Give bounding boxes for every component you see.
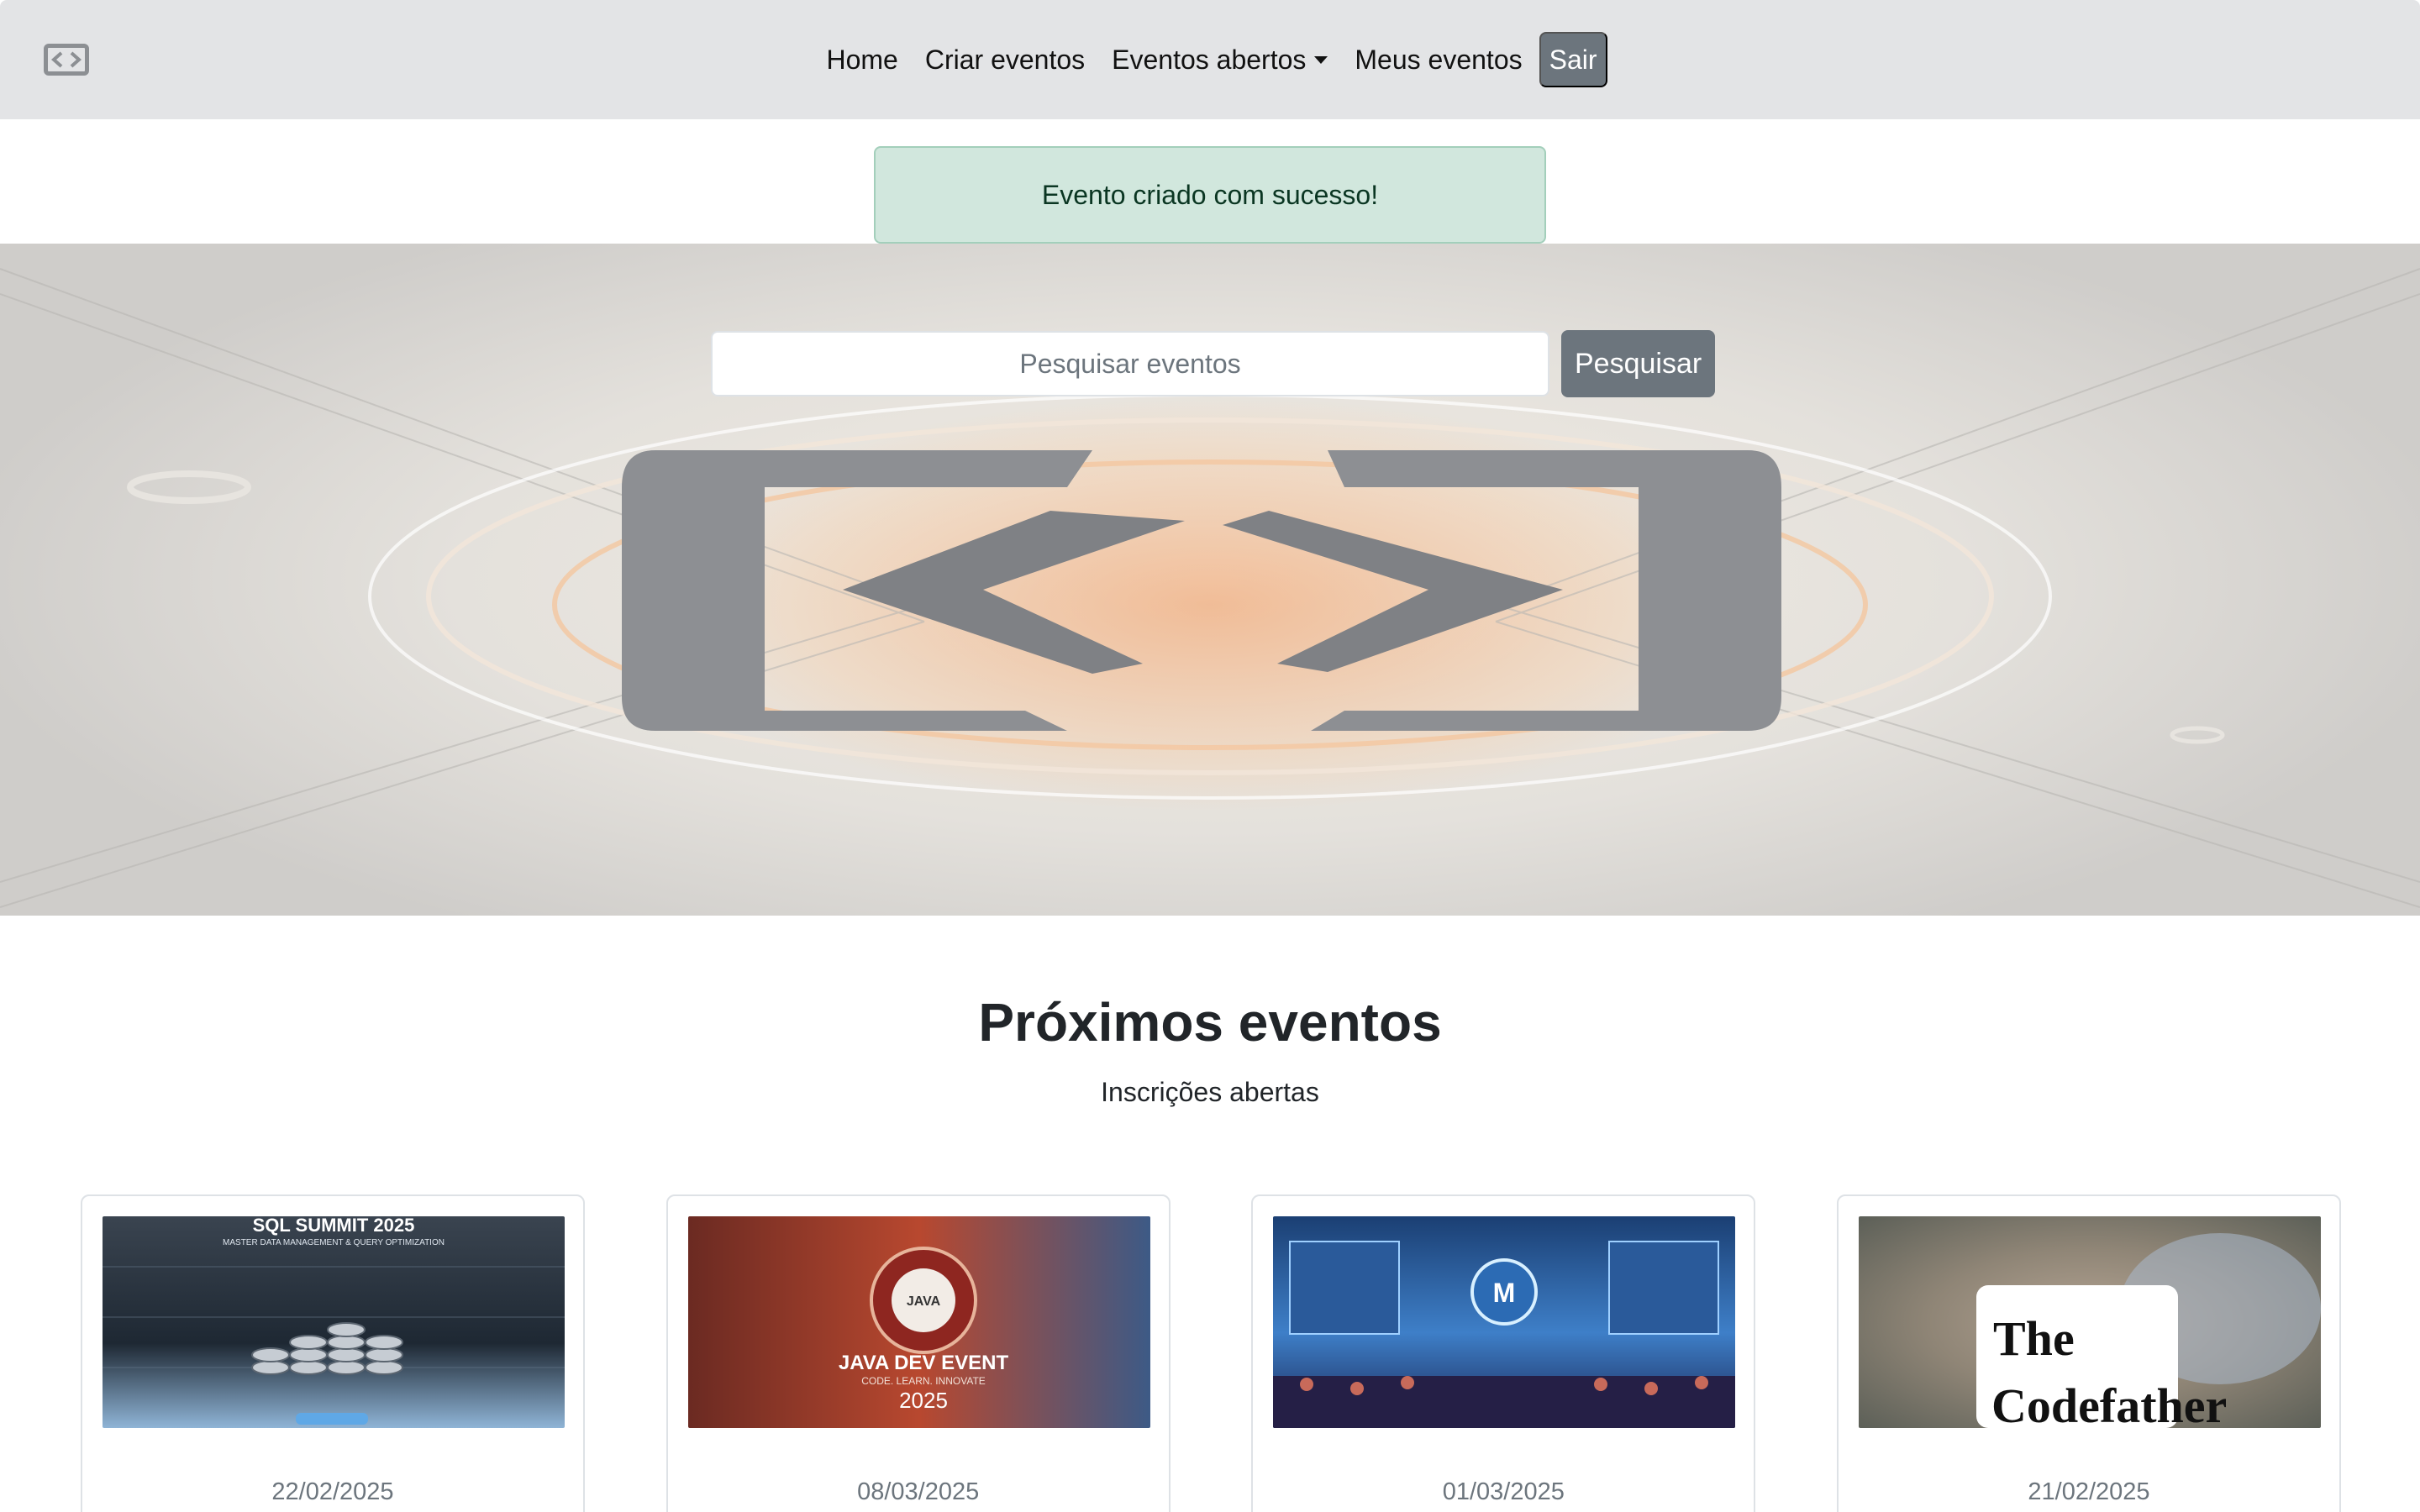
nav-menu: Home Criar eventos Eventos abertos Meus …	[0, 32, 2420, 87]
event-date: 22/02/2025	[271, 1478, 394, 1505]
search-button[interactable]: Pesquisar	[1561, 330, 1716, 397]
svg-text:JAVA: JAVA	[907, 1294, 941, 1309]
event-image[interactable]: SQL SUMMIT 2025 MASTER DATA MANAGEMENT &…	[103, 1216, 565, 1428]
nav-criar-eventos[interactable]: Criar eventos	[912, 32, 1098, 87]
navbar: Home Criar eventos Eventos abertos Meus …	[0, 0, 2420, 119]
event-card-codefather[interactable]: The Codefather 21/02/2025	[1836, 1194, 2341, 1512]
svg-text:MASTER DATA MANAGEMENT & QUERY: MASTER DATA MANAGEMENT & QUERY OPTIMIZAT…	[223, 1238, 445, 1247]
hero-banner: Pesquisar	[0, 244, 2420, 916]
svg-text:M: M	[1493, 1278, 1516, 1308]
event-card-php-frameworks[interactable]: M 01/03/2025	[1251, 1194, 1756, 1512]
section-title: Próximos eventos	[978, 992, 1442, 1053]
svg-text:JAVA DEV EVENT: JAVA DEV EVENT	[839, 1352, 1009, 1374]
event-card-sql-summit[interactable]: SQL SUMMIT 2025 MASTER DATA MANAGEMENT &…	[81, 1194, 585, 1512]
svg-text:The: The	[1993, 1311, 2075, 1366]
svg-text:Codefather: Codefather	[1991, 1378, 2227, 1428]
event-image[interactable]: JAVA JAVA DEV EVENT CODE. LEARN. INNOVAT…	[687, 1216, 1150, 1428]
event-cards: SQL SUMMIT 2025 MASTER DATA MANAGEMENT &…	[81, 1194, 2341, 1512]
success-alert: Evento criado com sucesso!	[874, 146, 1546, 244]
event-date: 01/03/2025	[1442, 1478, 1565, 1505]
alert-message: Evento criado com sucesso!	[1041, 179, 1379, 210]
event-image[interactable]: The Codefather	[1858, 1216, 2321, 1428]
svg-text:2025: 2025	[899, 1388, 948, 1413]
svg-text:SQL SUMMIT 2025: SQL SUMMIT 2025	[253, 1216, 415, 1236]
event-image[interactable]: M	[1273, 1216, 1736, 1428]
search-bar: Pesquisar	[711, 330, 1716, 397]
nav-eventos-abertos-dropdown[interactable]: Eventos abertos	[1098, 32, 1341, 87]
svg-text:CODE. LEARN. INNOVATE: CODE. LEARN. INNOVATE	[861, 1375, 986, 1387]
caret-down-icon	[1314, 55, 1328, 64]
section-subtitle: Inscrições abertas	[1101, 1077, 1319, 1107]
nav-home[interactable]: Home	[813, 32, 911, 87]
search-input[interactable]	[711, 331, 1549, 396]
event-date: 21/02/2025	[2028, 1478, 2150, 1505]
logout-button[interactable]: Sair	[1539, 32, 1607, 87]
event-date: 08/03/2025	[857, 1478, 980, 1505]
nav-meus-eventos[interactable]: Meus eventos	[1341, 32, 1535, 87]
event-card-java-dev[interactable]: JAVA JAVA DEV EVENT CODE. LEARN. INNOVAT…	[666, 1194, 1171, 1512]
nav-eventos-abertos-label: Eventos abertos	[1112, 44, 1307, 75]
